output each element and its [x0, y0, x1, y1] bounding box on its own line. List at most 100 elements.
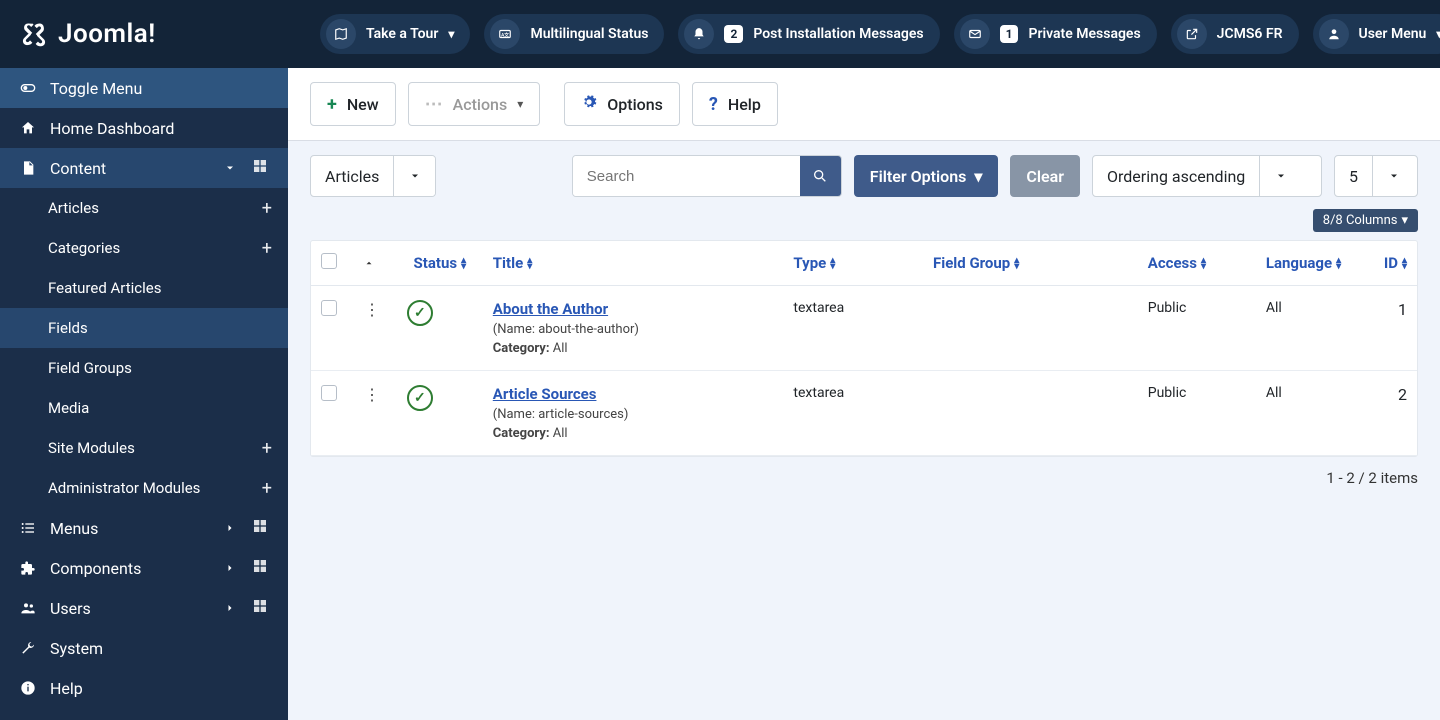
sidebar-sub-admin-modules[interactable]: Administrator Modules + [0, 468, 288, 508]
row-checkbox[interactable] [321, 300, 337, 316]
sidebar-item-components[interactable]: Components [0, 548, 288, 588]
sidebar-item-menus[interactable]: Menus [0, 508, 288, 548]
filter-options-button[interactable]: Filter Options ▾ [854, 155, 999, 197]
chevron-down-icon [218, 159, 242, 178]
id-header[interactable]: ID▴▾ [1363, 241, 1417, 286]
pagination-info: 1 - 2 / 2 items [288, 457, 1440, 499]
sidebar-item-users[interactable]: Users [0, 588, 288, 628]
sidebar-label: Menus [50, 519, 98, 538]
sidebar-item-help[interactable]: Help [0, 668, 288, 708]
sidebar-sub-fields[interactable]: Fields [0, 308, 288, 348]
pill-label: Post Installation Messages [753, 26, 923, 42]
badge-count: 1 [1000, 25, 1019, 43]
sidebar-sub-label: Administrator Modules [48, 479, 200, 497]
sort-icon: ▴▾ [830, 258, 835, 270]
options-button[interactable]: Options [564, 82, 680, 126]
actions-button[interactable]: ⋯ Actions ▾ [408, 82, 541, 126]
sidebar-sub-featured[interactable]: Featured Articles [0, 268, 288, 308]
dashboard-icon[interactable] [248, 558, 272, 578]
sidebar-item-content[interactable]: Content [0, 148, 288, 188]
caret-down-icon: ▾ [1401, 213, 1408, 228]
sidebar-item-system[interactable]: System [0, 628, 288, 668]
search-input[interactable] [573, 156, 800, 196]
language-icon: A文 [490, 19, 520, 49]
pagesize-value: 5 [1335, 156, 1372, 196]
select-all-checkbox[interactable] [321, 253, 337, 269]
sidebar-sub-field-groups[interactable]: Field Groups [0, 348, 288, 388]
sidebar-label: Components [50, 559, 141, 578]
home-icon [16, 120, 40, 136]
chevron-right-icon [218, 559, 242, 578]
sidebar-sub-site-modules[interactable]: Site Modules+ [0, 428, 288, 468]
users-icon [16, 600, 40, 616]
plus-icon[interactable]: + [262, 238, 272, 259]
pill-label: User Menu [1359, 26, 1427, 42]
sidebar-sub-categories[interactable]: Categories+ [0, 228, 288, 268]
brand-logo[interactable]: Joomla! [0, 0, 288, 68]
field-title-link[interactable]: About the Author [493, 300, 608, 318]
search-button[interactable] [800, 156, 841, 196]
row-actions-button[interactable]: ⋮ [364, 385, 378, 404]
field-title-link[interactable]: Article Sources [493, 385, 597, 403]
columns-button[interactable]: 8/8 Columns ▾ [1313, 209, 1418, 232]
clear-button[interactable]: Clear [1010, 155, 1080, 197]
field-name-meta: (Name: about-the-author) [493, 322, 774, 337]
pill-site-link[interactable]: JCMS6 FR [1171, 14, 1299, 54]
group-header[interactable]: Field Group▴▾ [923, 241, 1138, 286]
chevron-down-icon[interactable] [393, 156, 435, 196]
status-header[interactable]: Status▴▾ [397, 241, 483, 286]
access-header[interactable]: Access▴▾ [1138, 241, 1256, 286]
clear-label: Clear [1026, 167, 1064, 186]
order-column-header[interactable] [354, 241, 397, 286]
plus-icon[interactable]: + [262, 478, 272, 499]
toggle-menu-button[interactable]: Toggle Menu [0, 68, 288, 108]
sort-icon: ▴▾ [1336, 258, 1341, 270]
new-button[interactable]: + New [310, 82, 396, 126]
plus-icon[interactable]: + [262, 198, 272, 219]
puzzle-icon [16, 560, 40, 576]
context-select[interactable]: Articles [310, 155, 436, 197]
row-id: 1 [1363, 286, 1417, 371]
language-header[interactable]: Language▴▾ [1256, 241, 1363, 286]
question-icon: ? [709, 94, 718, 115]
status-published-icon[interactable]: ✓ [407, 385, 433, 411]
pill-take-tour[interactable]: Take a Tour ▾ [320, 14, 470, 54]
sidebar-item-home[interactable]: Home Dashboard [0, 108, 288, 148]
columns-label: 8/8 Columns [1323, 213, 1398, 228]
title-header[interactable]: Title▴▾ [483, 241, 784, 286]
help-button[interactable]: ? Help [692, 82, 778, 126]
type-header[interactable]: Type▴▾ [783, 241, 923, 286]
pill-multilingual[interactable]: A文 Multilingual Status [484, 14, 664, 54]
table-row: ⋮ ✓ About the Author (Name: about-the-autho… [311, 286, 1417, 371]
ordering-select[interactable]: Ordering ascending [1092, 155, 1322, 197]
row-group [923, 371, 1138, 456]
pill-user-menu[interactable]: User Menu ▾ [1313, 14, 1440, 54]
plus-icon: + [327, 94, 337, 115]
sidebar-label: System [50, 639, 103, 658]
filter-options-label: Filter Options [870, 167, 967, 186]
sidebar-sub-media[interactable]: Media [0, 388, 288, 428]
chevron-down-icon: ▾ [1436, 27, 1440, 41]
pagesize-select[interactable]: 5 [1334, 155, 1418, 197]
row-group [923, 286, 1138, 371]
chevron-down-icon[interactable] [1259, 156, 1301, 196]
row-language: All [1256, 286, 1363, 371]
dashboard-icon[interactable] [248, 598, 272, 618]
dashboard-icon[interactable] [248, 158, 272, 178]
joomla-logo-icon [20, 20, 48, 48]
sidebar-sub-articles[interactable]: Articles+ [0, 188, 288, 228]
actions-label: Actions [453, 95, 508, 114]
toolbar: + New ⋯ Actions ▾ Options ? Help [288, 68, 1440, 141]
ordering-value: Ordering ascending [1093, 156, 1259, 196]
sidebar-label: Users [50, 599, 91, 618]
toggle-icon [16, 80, 40, 96]
row-actions-button[interactable]: ⋮ [364, 300, 378, 319]
pill-label: Private Messages [1028, 26, 1140, 42]
status-published-icon[interactable]: ✓ [407, 300, 433, 326]
pill-private-messages[interactable]: 1 Private Messages [954, 14, 1157, 54]
dashboard-icon[interactable] [248, 518, 272, 538]
pill-post-install[interactable]: 2 Post Installation Messages [678, 14, 939, 54]
chevron-down-icon[interactable] [1372, 156, 1414, 196]
plus-icon[interactable]: + [262, 438, 272, 459]
row-checkbox[interactable] [321, 385, 337, 401]
